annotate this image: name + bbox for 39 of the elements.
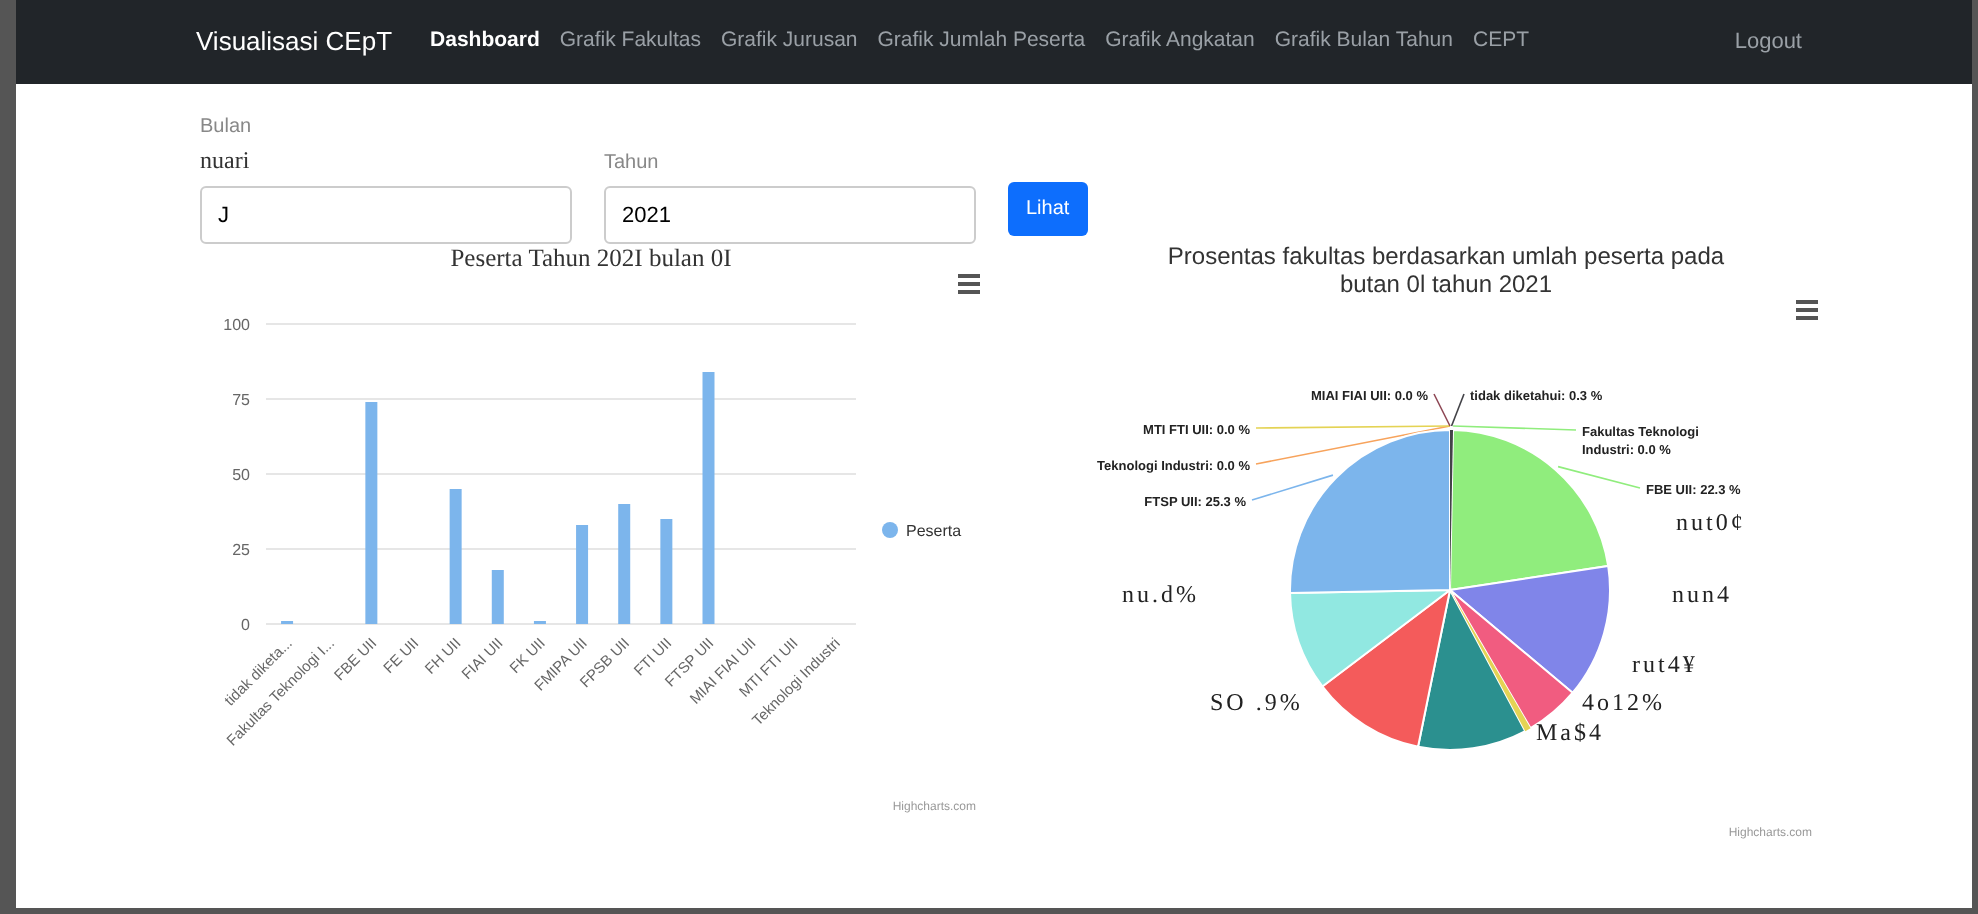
nav-link[interactable]: Grafik Fakultas — [549, 26, 711, 58]
axis-label: 0 — [241, 616, 250, 634]
menu-icon[interactable] — [958, 274, 980, 294]
overlay-text: nut0¢ — [1676, 507, 1746, 536]
nav-link[interactable]: Grafik Angkatan — [1095, 26, 1265, 58]
overlay-text: 4o12% — [1582, 687, 1665, 716]
overlay-text: Ma$4 — [1536, 717, 1604, 746]
bar — [618, 504, 631, 624]
menu-icon[interactable] — [1796, 299, 1818, 320]
leader-line — [1557, 465, 1641, 488]
overlay-text: rut4¥ — [1632, 649, 1698, 678]
leader-line — [1251, 473, 1334, 500]
axis-label: 50 — [232, 466, 250, 484]
form-heading: Bulan — [200, 114, 254, 142]
brand[interactable]: Visualisasi CEpT — [196, 22, 393, 62]
chart-title: Prosentas fakultas berdasarkan umlah peserta pada butan 0l tahun 2021 — [1165, 244, 1727, 300]
axis-label: 100 — [223, 316, 250, 334]
axis-label: 25 — [232, 541, 250, 559]
overlay-text: nun4 — [1672, 579, 1732, 608]
nav-link[interactable]: Grafik Jurusan — [710, 26, 868, 58]
month-field[interactable]: J — [200, 186, 572, 244]
chart-title: Peserta Tahun 202I bulan 0I — [448, 244, 734, 274]
overlay-text: SO .9% — [1210, 687, 1303, 716]
nav-link[interactable]: Grafik Bulan Tahun — [1264, 26, 1463, 58]
axis-label: 75 — [232, 391, 250, 409]
nav-link[interactable]: Grafik Jumlah Peserta — [867, 26, 1096, 58]
nav-link[interactable]: Dashboard — [420, 26, 550, 58]
legend-label[interactable]: Peserta — [906, 522, 962, 540]
bar — [491, 570, 504, 624]
year-field[interactable]: 2021 — [604, 186, 976, 244]
bar — [449, 489, 462, 624]
nav-link[interactable]: CEPT — [1462, 26, 1539, 58]
logout-link[interactable]: Logout — [1734, 25, 1802, 59]
year-label: Tahun — [604, 150, 661, 178]
month-label: nuari — [200, 144, 252, 178]
bar — [576, 525, 589, 624]
submit-button[interactable]: Lihat — [1008, 182, 1088, 236]
overlay-text: nu.d% — [1122, 579, 1199, 608]
bar — [660, 519, 673, 624]
